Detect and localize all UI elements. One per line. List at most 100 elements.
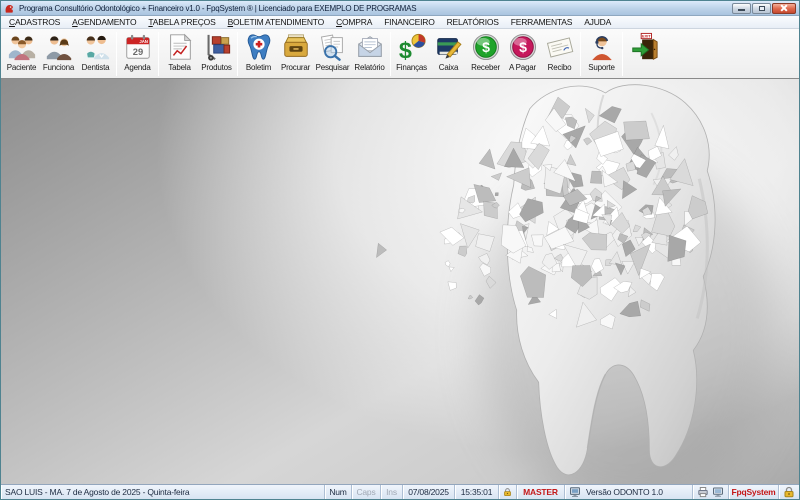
- price-table-icon: [165, 32, 195, 62]
- menu-ferramentas[interactable]: FERRAMENTAS: [505, 17, 578, 27]
- app-window: Programa Consultório Odontológico + Fina…: [0, 0, 800, 500]
- finance-icon: $: [397, 32, 427, 62]
- cashbook-icon: [434, 32, 464, 62]
- status-lock-panel-2: [779, 485, 799, 499]
- window-title: Programa Consultório Odontológico + Fina…: [19, 4, 728, 13]
- menu-tabela-precos[interactable]: TABELA PREÇOS: [142, 17, 221, 27]
- toolbar: Paciente Funciona Dentista: [1, 29, 799, 79]
- toolbar-procurar[interactable]: Procurar: [277, 30, 314, 77]
- close-button[interactable]: [772, 3, 796, 14]
- toolbar-separator: [622, 32, 623, 76]
- svg-text:EXIT: EXIT: [641, 34, 650, 39]
- toolbar-label: Pesquisar: [316, 63, 350, 72]
- patients-icon: [7, 32, 37, 62]
- toolbar-paciente[interactable]: Paciente: [3, 30, 40, 77]
- support-icon: [587, 32, 617, 62]
- status-insert: Ins: [381, 485, 403, 499]
- status-time: 15:35:01: [455, 485, 499, 499]
- toolbar-label: Finanças: [396, 63, 427, 72]
- status-lock-panel: [499, 485, 517, 499]
- toolbar-dentista[interactable]: Dentista: [77, 30, 114, 77]
- toolbar-recibo[interactable]: Recibo: [541, 30, 578, 77]
- padlock-key-icon: [783, 486, 795, 498]
- pay-dollar-icon: $: [508, 32, 538, 62]
- toolbar-label: Recibo: [548, 63, 572, 72]
- menu-compra[interactable]: COMPRA: [330, 17, 378, 27]
- products-trolley-icon: [202, 32, 232, 62]
- menubar: CADASTROS AGENDAMENTO TABELA PREÇOS BOLE…: [1, 16, 799, 29]
- toolbar-pesquisar[interactable]: Pesquisar: [314, 30, 351, 77]
- toolbar-label: Agenda: [124, 63, 150, 72]
- tooth-illustration: [1, 79, 799, 484]
- menu-ajuda[interactable]: AJUDA: [578, 17, 617, 27]
- status-user: MASTER: [517, 485, 565, 499]
- toolbar-agenda[interactable]: JAN 29 Agenda: [119, 30, 156, 77]
- status-devices-panel: [693, 485, 729, 499]
- toolbar-label: Dentista: [82, 63, 110, 72]
- minimize-button[interactable]: [732, 3, 751, 14]
- toolbar-funcionario[interactable]: Funciona: [40, 30, 77, 77]
- toolbar-label: Receber: [471, 63, 500, 72]
- svg-text:$: $: [482, 39, 490, 55]
- restore-button[interactable]: [752, 3, 771, 14]
- restore-icon: [759, 6, 765, 11]
- search-drawer-icon: [281, 32, 311, 62]
- toolbar-label: Funciona: [43, 63, 74, 72]
- toolbar-label: Boletim: [246, 63, 271, 72]
- search-documents-icon: [318, 32, 348, 62]
- toolbar-boletim[interactable]: Boletim: [240, 30, 277, 77]
- toolbar-label: A Pagar: [509, 63, 536, 72]
- minimize-icon: [738, 9, 745, 11]
- fpqsystem-logo-icon: [4, 3, 15, 14]
- dentists-icon: [81, 32, 111, 62]
- toolbar-label: Caixa: [439, 63, 458, 72]
- computer-icon: [569, 486, 581, 498]
- toolbar-a-pagar[interactable]: $ A Pagar: [504, 30, 541, 77]
- toolbar-separator: [116, 32, 117, 76]
- toolbar-label: Produtos: [201, 63, 231, 72]
- toolbar-separator: [237, 32, 238, 76]
- toolbar-financas[interactable]: $ Finanças: [393, 30, 430, 77]
- toolbar-label: Paciente: [7, 63, 37, 72]
- status-date: 07/08/2025: [403, 485, 455, 499]
- padlock-key-icon: [503, 486, 512, 498]
- toolbar-relatorio[interactable]: Relatório: [351, 30, 388, 77]
- toolbar-label: Relatório: [354, 63, 384, 72]
- calendar-icon: JAN 29: [123, 32, 153, 62]
- status-capslock: Caps: [352, 485, 381, 499]
- exit-door-icon: EXIT: [629, 32, 659, 62]
- close-icon: [780, 4, 788, 12]
- toolbar-separator: [580, 32, 581, 76]
- tooth-cross-icon: [244, 32, 274, 62]
- toolbar-caixa[interactable]: Caixa: [430, 30, 467, 77]
- menu-agendamento[interactable]: AGENDAMENTO: [66, 17, 142, 27]
- monitor-icon[interactable]: [712, 486, 724, 498]
- employees-icon: [44, 32, 74, 62]
- titlebar[interactable]: Programa Consultório Odontológico + Fina…: [1, 1, 799, 16]
- toolbar-receber[interactable]: $ Receber: [467, 30, 504, 77]
- toolbar-sair[interactable]: EXIT: [625, 30, 662, 77]
- toolbar-label: Tabela: [168, 63, 190, 72]
- report-icon: [355, 32, 385, 62]
- status-brand: FpqSystem: [729, 485, 779, 499]
- svg-text:$: $: [519, 39, 527, 55]
- printer-icon[interactable]: [697, 486, 709, 498]
- svg-text:$: $: [398, 37, 411, 62]
- toolbar-label: Procurar: [281, 63, 310, 72]
- toolbar-produtos[interactable]: Produtos: [198, 30, 235, 77]
- receipt-icon: [545, 32, 575, 62]
- toolbar-tabela[interactable]: Tabela: [161, 30, 198, 77]
- statusbar: SAO LUIS - MA. 7 de Agosto de 2025 - Qui…: [1, 484, 799, 499]
- svg-text:JAN: JAN: [139, 39, 148, 44]
- client-area: [1, 79, 799, 484]
- toolbar-label: Suporte: [588, 63, 615, 72]
- svg-text:29: 29: [132, 47, 142, 57]
- status-version: Versão ODONTO 1.0: [586, 487, 663, 497]
- toolbar-separator: [158, 32, 159, 76]
- menu-boletim-atendimento[interactable]: BOLETIM ATENDIMENTO: [222, 17, 331, 27]
- menu-cadastros[interactable]: CADASTROS: [3, 17, 66, 27]
- menu-relatorios[interactable]: RELATÓRIOS: [441, 17, 505, 27]
- menu-financeiro[interactable]: FINANCEIRO: [378, 17, 440, 27]
- toolbar-suporte[interactable]: Suporte: [583, 30, 620, 77]
- status-location-date: SAO LUIS - MA. 7 de Agosto de 2025 - Qui…: [1, 485, 325, 499]
